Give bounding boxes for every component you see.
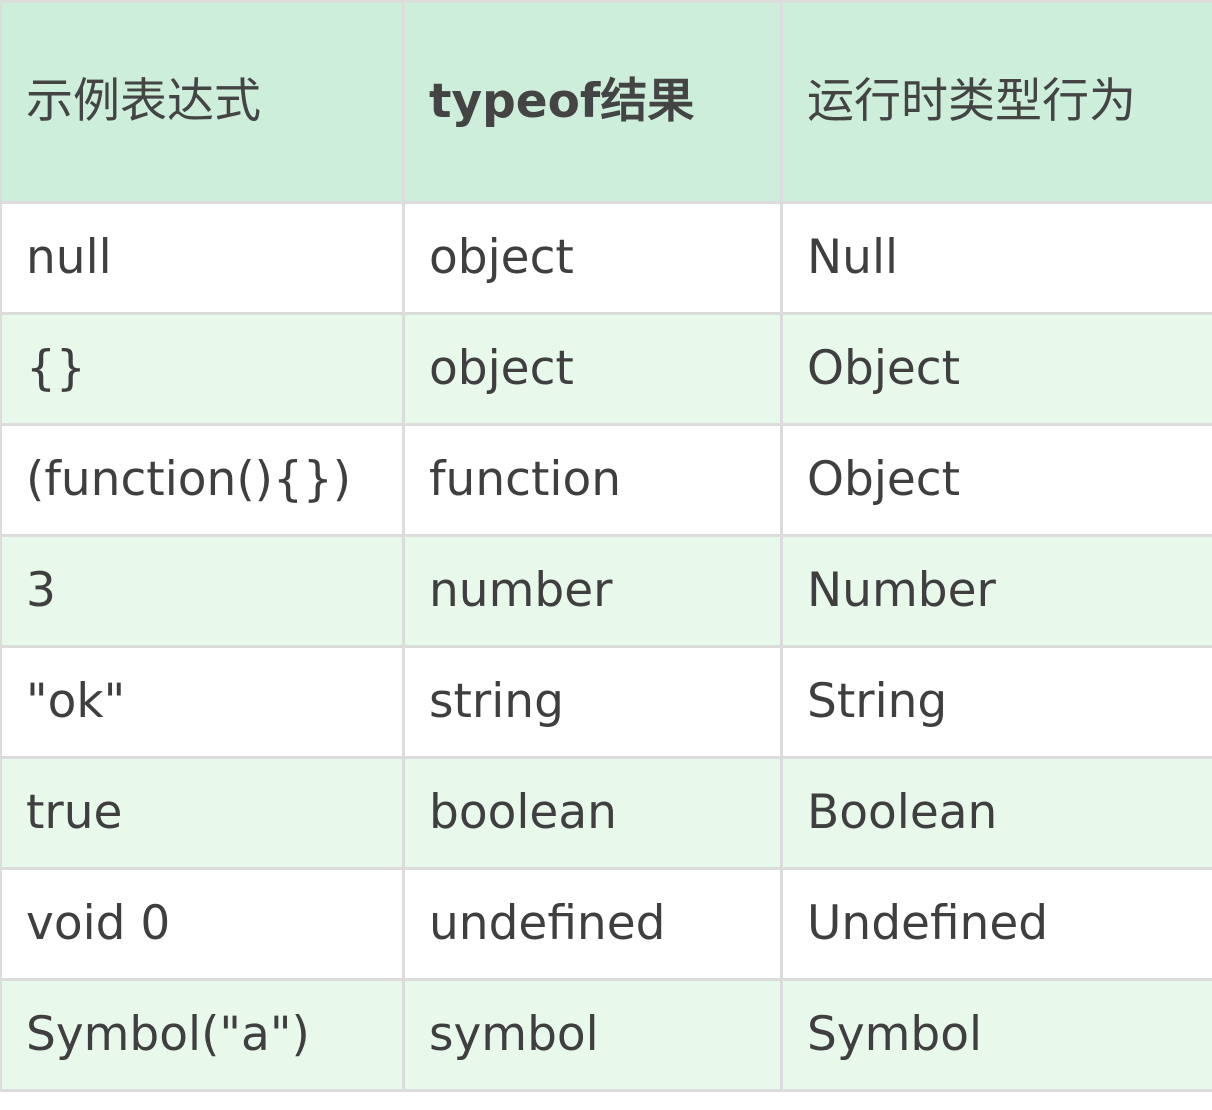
cell-expression: (function(){})	[0, 423, 405, 537]
table-row: "ok" string String	[0, 645, 1212, 759]
cell-typeof: string	[402, 645, 783, 759]
table-row: 3 number Number	[0, 534, 1212, 648]
table-row: (function(){}) function Object	[0, 423, 1212, 537]
cell-expression: null	[0, 201, 405, 315]
table-row: void 0 undefined Undefined	[0, 867, 1212, 981]
header-runtime-type: 运行时类型行为	[780, 0, 1212, 204]
table-row: Symbol("a") symbol Symbol	[0, 978, 1212, 1092]
cell-expression: "ok"	[0, 645, 405, 759]
header-typeof-result: typeof结果	[402, 0, 783, 204]
cell-runtime-type: Symbol	[780, 978, 1212, 1092]
table-row: {} object Object	[0, 312, 1212, 426]
cell-typeof: symbol	[402, 978, 783, 1092]
table-row: null object Null	[0, 201, 1212, 315]
cell-runtime-type: Undefined	[780, 867, 1212, 981]
cell-expression: {}	[0, 312, 405, 426]
cell-expression: Symbol("a")	[0, 978, 405, 1092]
cell-runtime-type: Number	[780, 534, 1212, 648]
cell-expression: 3	[0, 534, 405, 648]
cell-typeof: undefined	[402, 867, 783, 981]
header-example-expression: 示例表达式	[0, 0, 405, 204]
cell-runtime-type: String	[780, 645, 1212, 759]
cell-typeof: object	[402, 201, 783, 315]
cell-runtime-type: Boolean	[780, 756, 1212, 870]
cell-expression: void 0	[0, 867, 405, 981]
header-row: 示例表达式 typeof结果 运行时类型行为	[0, 0, 1212, 204]
typeof-table: 示例表达式 typeof结果 运行时类型行为 null object Null …	[0, 0, 1212, 1092]
cell-typeof: number	[402, 534, 783, 648]
cell-runtime-type: Null	[780, 201, 1212, 315]
cell-expression: true	[0, 756, 405, 870]
cell-runtime-type: Object	[780, 423, 1212, 537]
table-row: true boolean Boolean	[0, 756, 1212, 870]
cell-runtime-type: Object	[780, 312, 1212, 426]
cell-typeof: object	[402, 312, 783, 426]
cell-typeof: boolean	[402, 756, 783, 870]
cell-typeof: function	[402, 423, 783, 537]
